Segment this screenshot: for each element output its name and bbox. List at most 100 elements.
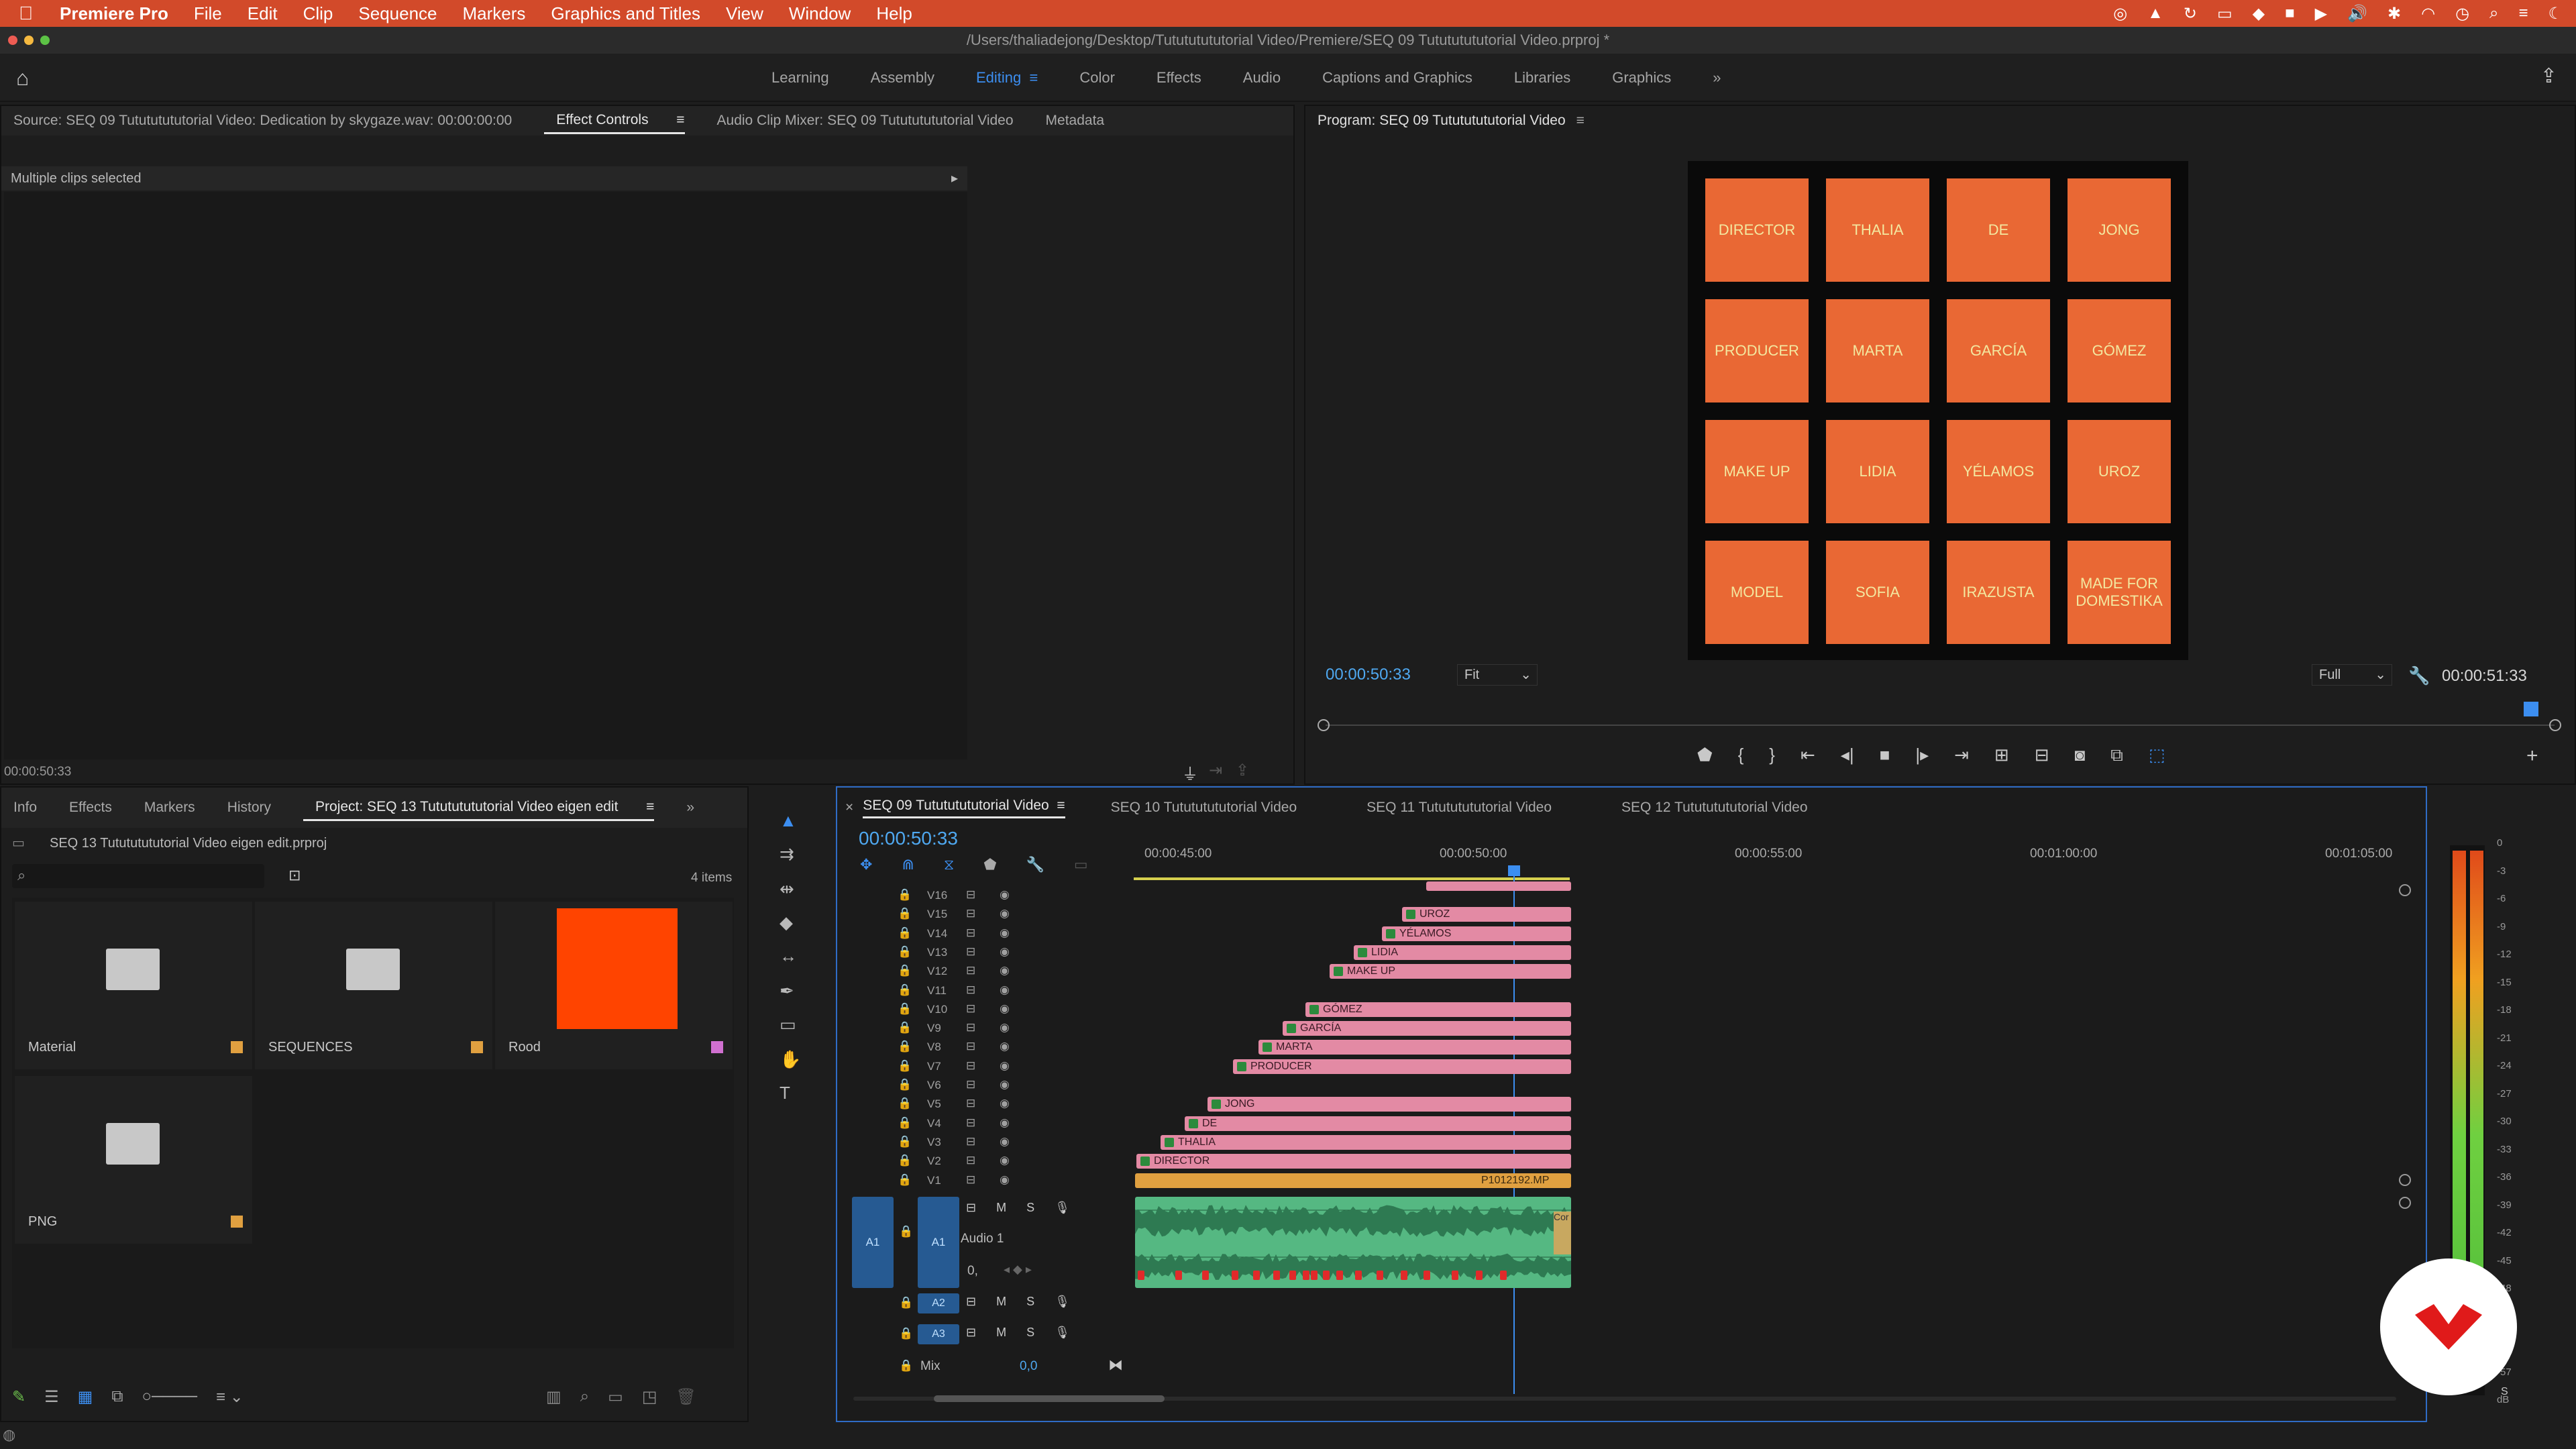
video-clip[interactable]: GARCÍA <box>1283 1021 1571 1036</box>
playhead-handle[interactable] <box>1508 865 1520 876</box>
eye-icon[interactable]: ◉ <box>1000 926 1010 940</box>
project-item-material[interactable]: Material <box>15 902 252 1069</box>
tab-seq10[interactable]: SEQ 10 Tutututututorial Video <box>1111 800 1297 816</box>
search-icon[interactable]: ⌕ <box>2489 4 2498 23</box>
video-clip[interactable]: JONG <box>1208 1097 1571 1112</box>
clock-icon[interactable]: ◷ <box>2455 4 2469 23</box>
menu-edit[interactable]: Edit <box>248 3 278 24</box>
track-label[interactable]: V11 <box>927 984 947 998</box>
track-target-a1[interactable]: A1 <box>918 1197 959 1288</box>
label-swatch[interactable] <box>231 1041 243 1053</box>
volume-icon[interactable]: 🔊 <box>2347 4 2367 23</box>
vlc-icon[interactable]: ▲ <box>2147 4 2163 23</box>
keyframe-marker[interactable] <box>1377 1271 1383 1280</box>
linked-selection-icon[interactable]: ⧖ <box>944 856 954 876</box>
expand-arrow-icon[interactable]: ▸ <box>951 166 958 191</box>
eye-icon[interactable]: ◉ <box>1000 1059 1010 1073</box>
sync-lock-icon[interactable]: ⊟ <box>966 1154 975 1167</box>
vertical-scroll-handle[interactable] <box>2399 1174 2411 1186</box>
menu-app[interactable]: Premiere Pro <box>60 3 168 24</box>
creative-cloud-icon[interactable]: ◎ <box>2113 4 2127 23</box>
play-icon[interactable]: ▶ <box>2315 4 2327 23</box>
track-label[interactable]: V3 <box>927 1136 941 1149</box>
mute-button[interactable]: M <box>996 1326 1006 1340</box>
video-clip[interactable]: MAKE UP <box>1330 964 1571 979</box>
wrench-icon[interactable]: 🔧 <box>2408 665 2430 686</box>
keyframe-marker[interactable] <box>1138 1271 1144 1280</box>
track-label[interactable]: V1 <box>927 1174 941 1187</box>
keyframe-marker[interactable] <box>1424 1271 1430 1280</box>
keyframe-marker[interactable] <box>1336 1271 1343 1280</box>
go-to-in-icon[interactable]: ⇤ <box>1801 745 1815 771</box>
menu-file[interactable]: File <box>194 3 222 24</box>
eye-icon[interactable]: ◉ <box>1000 964 1010 977</box>
comparison-view-icon[interactable]: ⧉ <box>2110 745 2123 771</box>
control-center-icon[interactable]: ≡ <box>2518 4 2528 23</box>
dropbox-icon[interactable]: ◆ <box>2253 4 2265 23</box>
solo-button[interactable]: S <box>1026 1326 1034 1340</box>
video-clip[interactable]: PRODUCER <box>1233 1059 1571 1074</box>
keyframe-marker[interactable] <box>1323 1271 1330 1280</box>
eye-icon[interactable]: ◉ <box>1000 1173 1010 1187</box>
tab-effect-controls[interactable]: Effect Controls ≡ <box>544 112 685 134</box>
settings-wrench-icon[interactable]: 🔧 <box>1026 856 1044 876</box>
ripple-edit-icon[interactable]: ⇹ <box>780 879 794 900</box>
list-view-icon[interactable]: ☰ <box>44 1387 59 1411</box>
sync-icon[interactable]: ↻ <box>2184 4 2197 23</box>
eye-icon[interactable]: ◉ <box>1000 983 1010 997</box>
program-title[interactable]: Program: SEQ 09 Tutututututorial Video <box>1318 113 1566 129</box>
sync-lock-icon[interactable]: ⊟ <box>966 1326 976 1340</box>
pen-tool-icon[interactable]: ✒ <box>780 981 794 1002</box>
tab-audio-clip-mixer[interactable]: Audio Clip Mixer: SEQ 09 Tutututututoria… <box>717 113 1014 129</box>
sync-lock-icon[interactable]: ⊟ <box>966 964 975 977</box>
new-search-bin-icon[interactable]: ⊡ <box>288 867 301 884</box>
lock-icon[interactable]: 🔒 <box>898 983 912 997</box>
more-panels-icon[interactable]: » <box>686 800 694 816</box>
razor-tool-icon[interactable]: ◆ <box>780 912 793 933</box>
audio-clip-a1[interactable]: Cor <box>1135 1197 1571 1288</box>
lock-icon[interactable]: 🔒 <box>898 926 912 940</box>
keyframe-nav-icon[interactable]: ◂ ◆ ▸ <box>1004 1263 1032 1277</box>
eye-icon[interactable]: ◉ <box>1000 1154 1010 1167</box>
track-label[interactable]: V10 <box>927 1003 947 1016</box>
lock-icon[interactable]: 🔒 <box>898 1116 912 1130</box>
close-window-button[interactable] <box>8 36 17 45</box>
automate-icon[interactable]: ▥ <box>546 1387 561 1411</box>
keyframe-marker[interactable] <box>1202 1271 1209 1280</box>
vertical-scroll-handle[interactable] <box>2399 1197 2411 1209</box>
toggle-proxy-icon[interactable]: ⬚ <box>2149 745 2165 771</box>
share-icon[interactable]: ⇪ <box>2540 64 2557 88</box>
eye-icon[interactable]: ◉ <box>1000 1002 1010 1016</box>
keyframe-marker[interactable] <box>1355 1271 1362 1280</box>
bag-icon[interactable]: ■ <box>2285 4 2295 23</box>
sort-icon[interactable]: ≡ ⌄ <box>216 1387 244 1411</box>
freeform-view-icon[interactable]: ⧉ <box>111 1387 123 1411</box>
sync-lock-icon[interactable]: ⊟ <box>966 1201 976 1215</box>
zoom-scroll-thumb[interactable] <box>934 1395 1165 1402</box>
project-item-sequences[interactable]: SEQUENCES <box>255 902 492 1069</box>
sync-lock-icon[interactable]: ⊟ <box>966 1295 976 1309</box>
menu-markers[interactable]: Markers <box>463 3 526 24</box>
mark-out-icon[interactable]: } <box>1769 745 1775 771</box>
zoom-window-button[interactable] <box>40 36 50 45</box>
stop-icon[interactable]: ■ <box>1880 745 1890 771</box>
video-clip[interactable]: UROZ <box>1402 907 1571 922</box>
lock-icon[interactable]: 🔒 <box>898 945 912 959</box>
sync-lock-icon[interactable]: ⊟ <box>966 1173 975 1187</box>
lock-icon[interactable]: 🔒 <box>898 888 912 902</box>
lock-icon[interactable]: 🔒 <box>899 1296 913 1309</box>
menu-view[interactable]: View <box>726 3 763 24</box>
menu-graphics[interactable]: Graphics and Titles <box>551 3 700 24</box>
video-clip[interactable]: THALIA <box>1161 1134 1571 1150</box>
tab-info[interactable]: Info <box>13 800 37 816</box>
video-clip[interactable]: GÓMEZ <box>1305 1002 1571 1017</box>
display-icon[interactable]: ▭ <box>2217 4 2233 23</box>
minimize-window-button[interactable] <box>24 36 34 45</box>
video-clip[interactable]: MARTA <box>1258 1040 1571 1055</box>
video-clip[interactable]: YÉLAMOS <box>1382 926 1571 941</box>
find-icon[interactable]: ⌕ <box>580 1387 589 1411</box>
slip-tool-icon[interactable]: ↔ <box>780 946 797 967</box>
zoom-slider[interactable]: ○──── <box>142 1387 197 1411</box>
new-bin-icon[interactable]: ▭ <box>608 1387 623 1411</box>
sync-lock-icon[interactable]: ⊟ <box>966 1059 975 1073</box>
